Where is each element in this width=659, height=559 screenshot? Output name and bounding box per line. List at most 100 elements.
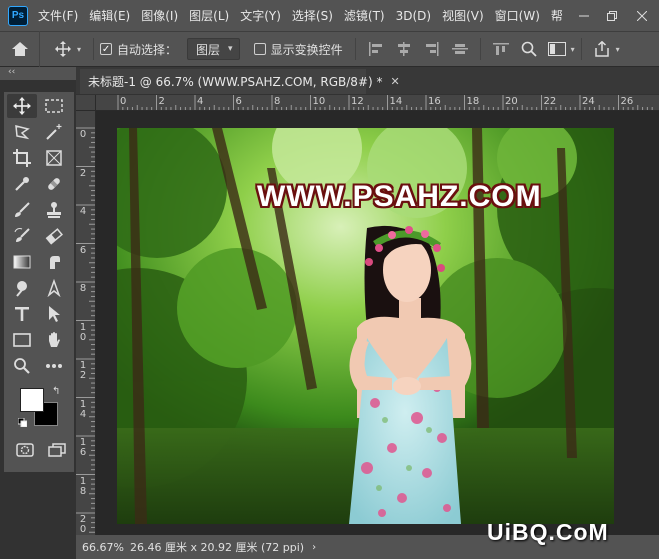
clone-stamp-icon[interactable] [39,198,69,222]
document-size: 26.46 厘米 x 20.92 厘米 (72 ppi) [130,541,305,554]
auto-select-label: 自动选择： [117,42,178,57]
ruler-v-label: 1 8 [79,475,87,497]
menu-3d[interactable]: 3D(D) [396,9,431,23]
move-tool-preset-icon[interactable] [54,40,72,58]
horizontal-ruler[interactable]: 0 2 4 6 8 10 12 14 16 18 20 22 24 26 [96,95,659,111]
pen-tool-icon[interactable] [39,276,69,300]
magic-wand-icon[interactable] [39,120,69,144]
vertical-ruler[interactable]: 0 2 4 6 8 1 0 1 2 1 4 1 6 1 8 2 0 [76,111,96,535]
ruler-h-label: 20 [505,96,518,107]
rectangle-tool-icon[interactable] [7,328,37,352]
search-icon[interactable] [520,40,538,58]
chevron-down-icon: ▾ [228,44,233,54]
menu-edit[interactable]: 编辑(E) [89,7,130,24]
menu-select[interactable]: 选择(S) [292,7,333,24]
eraser-icon[interactable] [39,224,69,248]
site-watermark-logo: UiBQ.CoM [487,519,609,545]
menu-type[interactable]: 文字(Y) [240,7,281,24]
ruler-h-label: 10 [312,96,326,107]
ruler-h-label: 16 [428,96,441,107]
show-transform-label: 显示变换控件 [270,42,343,57]
chevron-down-icon[interactable]: ▾ [616,45,620,54]
chevron-down-icon[interactable]: ▾ [77,45,81,54]
healing-brush-icon[interactable] [39,172,69,196]
workspace-icon[interactable] [547,40,566,58]
divider [479,38,481,60]
align-top-icon[interactable] [492,40,510,58]
ruler-origin[interactable] [76,95,96,111]
menu-layer[interactable]: 图层(L) [189,7,229,24]
status-menu-arrow-icon[interactable]: › [312,542,316,553]
default-colors-icon[interactable] [17,417,28,430]
crop-tool-icon[interactable] [7,146,37,170]
menu-filter[interactable]: 滤镜(T) [344,7,385,24]
ruler-h-label: 26 [620,96,634,107]
ruler-v-label: 1 6 [79,437,87,458]
smudge-tool-icon[interactable] [39,250,69,274]
ruler-v-label: 4 [79,206,87,217]
menu-file[interactable]: 文件(F) [38,7,78,24]
hand-tool-icon[interactable] [39,328,69,352]
color-swatches: ↰ [17,386,68,432]
align-right-icon[interactable] [423,40,441,58]
align-center-icon[interactable] [395,40,413,58]
screen-mode-icon[interactable] [42,438,72,462]
ruler-h-label: 22 [543,96,557,107]
show-transform-checkbox[interactable] [253,43,266,55]
lasso-tool-icon[interactable] [7,120,37,144]
home-icon[interactable] [0,31,40,67]
document-tab[interactable]: 未标题-1 @ 66.7% (WWW.PSAHZ.COM, RGB/8#) * … [80,69,400,94]
eyedropper-icon[interactable] [7,172,37,196]
auto-select-checkbox[interactable]: ✓ [100,43,113,55]
menu-window[interactable]: 窗口(W) [495,7,540,24]
ruler-h-label: 12 [351,96,364,107]
chevron-down-icon[interactable]: ▾ [571,45,575,54]
gradient-tool-icon[interactable] [7,250,37,274]
ruler-v-label: 1 0 [79,321,87,343]
brush-tool-icon[interactable] [7,198,37,222]
watermark-text-layer: WWW.PSAHZ.COM [257,180,542,213]
foreground-color-swatch[interactable] [20,388,44,412]
ruler-h-label: 24 [582,96,595,107]
canvas-area[interactable]: WWW.PSAHZ.COM [96,111,659,535]
align-left-icon[interactable] [367,40,385,58]
menu-help[interactable]: 帮 [551,7,563,24]
share-icon[interactable] [593,40,611,58]
close-tab-icon[interactable]: ✕ [391,75,400,88]
restore-icon[interactable] [598,0,626,31]
document-tab-bar: 未标题-1 @ 66.7% (WWW.PSAHZ.COM, RGB/8#) * … [76,67,659,94]
quick-mask-icon[interactable] [10,438,40,462]
ruler-v-label: 1 2 [79,360,87,381]
ruler-v-label: 6 [79,244,87,256]
swap-colors-icon[interactable]: ↰ [52,386,60,397]
ruler-h-label: 6 [235,96,242,107]
ruler-h-label: 4 [197,96,204,107]
marquee-tool-icon[interactable] [39,94,69,118]
divider [93,38,95,60]
collapse-panel-icon[interactable]: ‹‹ [8,67,15,77]
align-horizontal-icon[interactable] [451,40,469,58]
ruler-h-label: 14 [389,96,403,107]
menu-view[interactable]: 视图(V) [442,7,484,24]
history-brush-icon[interactable] [7,224,37,248]
zoom-level[interactable]: 66.67% [82,541,130,554]
menu-image[interactable]: 图像(I) [141,7,178,24]
close-icon[interactable] [628,0,656,31]
ruler-v-label: 2 [79,167,87,179]
move-tool-icon[interactable] [7,94,37,118]
more-tools-icon[interactable] [39,354,69,378]
type-tool-icon[interactable] [7,302,37,326]
menu-bar: Ps 文件(F) 编辑(E) 图像(I) 图层(L) 文字(Y) 选择(S) 滤… [0,0,659,31]
document-tab-title: 未标题-1 @ 66.7% (WWW.PSAHZ.COM, RGB/8#) * [88,75,383,89]
ruler-h-label: 18 [466,96,480,107]
frame-tool-icon[interactable] [39,146,69,170]
dodge-tool-icon[interactable] [7,276,37,300]
path-selection-icon[interactable] [39,302,69,326]
ruler-h-label: 0 [120,96,127,107]
zoom-tool-icon[interactable] [7,354,37,378]
ruler-h-label: 2 [158,96,165,107]
divider [580,38,582,60]
minimize-icon[interactable] [570,0,598,31]
auto-select-target-dropdown[interactable]: 图层 ▾ [187,38,240,60]
document-image[interactable]: WWW.PSAHZ.COM [117,128,614,524]
